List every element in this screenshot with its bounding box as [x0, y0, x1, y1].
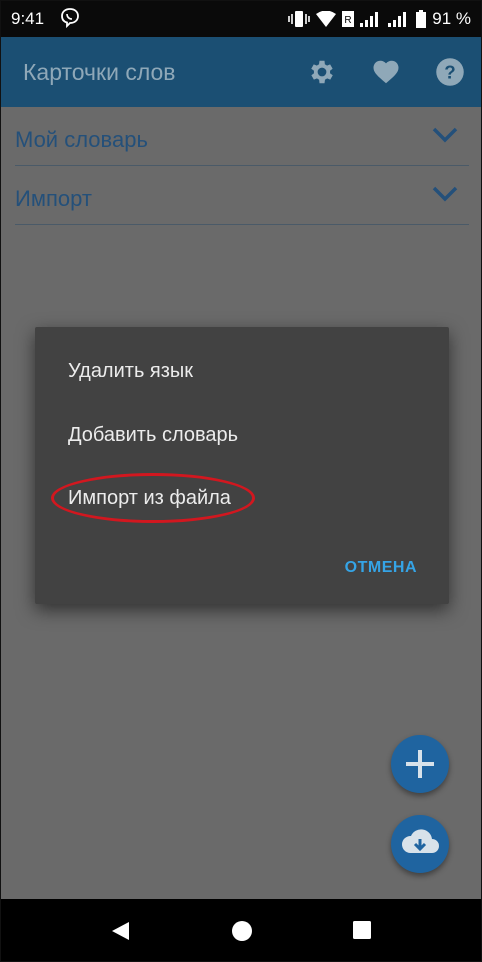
list-item-my-dictionary[interactable]: Мой словарь: [15, 107, 469, 166]
svg-text:R: R: [345, 15, 352, 26]
sim-icon: R: [342, 11, 355, 27]
list-item-label: Мой словарь: [15, 127, 148, 152]
recents-icon[interactable]: [352, 920, 372, 940]
add-icon: [406, 750, 434, 778]
vibrate-icon: [288, 11, 311, 27]
heart-icon[interactable]: [371, 57, 401, 87]
list-item-import[interactable]: Импорт: [15, 166, 469, 225]
add-button[interactable]: [391, 735, 449, 793]
battery-icon: [416, 10, 427, 28]
help-icon[interactable]: ?: [435, 57, 465, 87]
battery-level: 91 %: [432, 9, 471, 28]
viber-icon: [61, 8, 79, 29]
menu-item-add-dictionary[interactable]: Добавить словарь: [68, 424, 238, 447]
svg-text:?: ?: [444, 61, 455, 82]
navigation-bar: [1, 899, 481, 961]
screen: 9:41 R 91 % Карточки слов ? Мой словарь …: [0, 0, 482, 962]
options-dialog: Удалить язык Добавить словарь Импорт из …: [35, 327, 449, 604]
signal-icon-2: [388, 12, 407, 27]
dictionary-list: Мой словарь Импорт: [15, 107, 469, 225]
back-icon[interactable]: [109, 920, 131, 942]
status-time: 9:41: [11, 9, 45, 28]
settings-icon[interactable]: [307, 57, 337, 87]
menu-item-import-from-file[interactable]: Импорт из файла: [68, 487, 231, 510]
menu-item-delete-language[interactable]: Удалить язык: [68, 360, 193, 383]
cloud-download-icon: [401, 829, 439, 853]
status-icons: R 91 %: [288, 7, 471, 31]
wifi-icon: [316, 11, 337, 27]
chevron-down-icon[interactable]: [431, 125, 459, 145]
download-button[interactable]: [391, 815, 449, 873]
chevron-down-icon[interactable]: [431, 184, 459, 204]
home-icon[interactable]: [231, 920, 253, 942]
list-item-label: Импорт: [15, 186, 92, 211]
app-title: Карточки слов: [23, 59, 176, 85]
app-bar: Карточки слов ?: [1, 37, 481, 107]
status-bar: 9:41 R 91 %: [1, 1, 481, 37]
cancel-button[interactable]: ОТМЕНА: [345, 559, 417, 577]
signal-icon-1: [360, 12, 379, 27]
